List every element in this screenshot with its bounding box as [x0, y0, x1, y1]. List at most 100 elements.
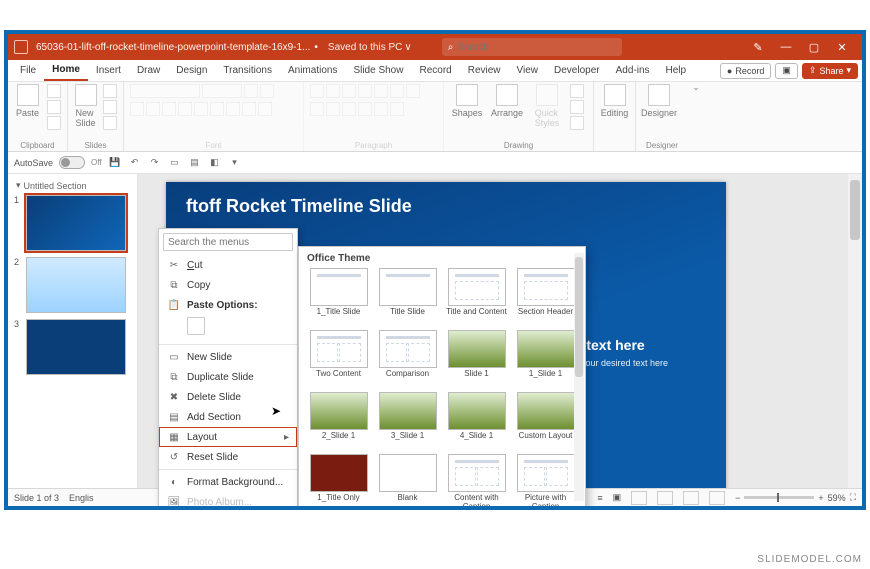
tab-file[interactable]: File	[12, 60, 44, 81]
tab-slideshow[interactable]: Slide Show	[345, 60, 411, 81]
close-button[interactable]: ✕	[828, 34, 856, 60]
section-icon[interactable]	[103, 116, 117, 130]
layout-option[interactable]: 1_Title Slide	[307, 268, 370, 324]
layout-option[interactable]: Blank	[376, 454, 439, 508]
layout-option[interactable]: 2_Slide 1	[307, 392, 370, 448]
search-box[interactable]: ⌕	[442, 38, 622, 56]
normal-view-button[interactable]	[631, 491, 647, 505]
zoom-out-button[interactable]: −	[735, 493, 740, 503]
thumbnail-3[interactable]: 3	[14, 319, 131, 375]
present-button[interactable]: ▣	[775, 63, 798, 79]
reading-view-button[interactable]	[683, 491, 699, 505]
layout-option[interactable]: Content with Caption	[445, 454, 508, 508]
layout-icon[interactable]	[103, 84, 117, 98]
tab-design[interactable]: Design	[168, 60, 215, 81]
layout-option[interactable]: Comparison	[376, 330, 439, 386]
save-icon[interactable]: 💾	[108, 156, 122, 170]
ctx-layout[interactable]: ▦Layout▸	[159, 427, 297, 447]
layout-option[interactable]: Picture with Caption	[514, 454, 577, 508]
new-slide-button[interactable]: New Slide	[74, 84, 97, 128]
tab-view[interactable]: View	[509, 60, 547, 81]
reset-icon: ↺	[167, 450, 181, 464]
layout-option[interactable]: Title and Content	[445, 268, 508, 324]
autosave-toggle[interactable]	[59, 156, 85, 169]
layout-option[interactable]: Title Slide	[376, 268, 439, 324]
tab-review[interactable]: Review	[460, 60, 509, 81]
share-button[interactable]: ⇪Share▾	[802, 63, 858, 79]
ctx-duplicate[interactable]: ⧉Duplicate Slide	[159, 367, 297, 387]
cut-button[interactable]	[47, 84, 61, 98]
layout-option[interactable]: 4_Slide 1	[445, 392, 508, 448]
qat-icon-3[interactable]: ◧	[208, 156, 222, 170]
shapes-button[interactable]: Shapes	[450, 84, 484, 118]
ctx-copy[interactable]: ⧉Copy	[159, 275, 297, 295]
zoom-slider[interactable]	[744, 496, 814, 499]
quick-styles-button[interactable]: Quick Styles	[530, 84, 564, 128]
reset-icon[interactable]	[103, 100, 117, 114]
qat-icon-4[interactable]: ▾	[228, 156, 242, 170]
tab-help[interactable]: Help	[658, 60, 695, 81]
designer-button[interactable]: Designer	[642, 84, 676, 118]
tab-developer[interactable]: Developer	[546, 60, 608, 81]
layout-option[interactable]: Two Content	[307, 330, 370, 386]
layout-option[interactable]: 1_Slide 1	[514, 330, 577, 386]
section-header[interactable]: ▾Untitled Section	[16, 180, 131, 191]
fit-button[interactable]: ⛶	[850, 492, 856, 503]
thumbnail-2[interactable]: 2	[14, 257, 131, 313]
slideshow-view-button[interactable]	[709, 491, 725, 505]
language-indicator[interactable]: Englis	[69, 493, 94, 503]
minimize-button[interactable]: —	[772, 34, 800, 60]
vertical-scrollbar[interactable]	[848, 174, 862, 488]
ctx-cut[interactable]: ✂Cut	[159, 255, 297, 275]
tab-insert[interactable]: Insert	[88, 60, 129, 81]
zoom-level[interactable]: 59%	[828, 493, 846, 503]
copy-button[interactable]	[47, 100, 61, 114]
paste-button[interactable]: Paste	[14, 84, 41, 118]
record-button[interactable]: ●Record	[720, 63, 771, 79]
layout-caption: Custom Layout	[519, 432, 573, 448]
layout-caption: 3_Slide 1	[391, 432, 424, 448]
layout-caption: Picture with Caption	[514, 494, 577, 508]
maximize-button[interactable]: ▢	[800, 34, 828, 60]
layout-option[interactable]: Section Header	[514, 268, 577, 324]
clipboard-icon	[17, 84, 39, 106]
qat-icon-2[interactable]: ▤	[188, 156, 202, 170]
undo-icon[interactable]: ↶	[128, 156, 142, 170]
notes-icon[interactable]: ≡	[597, 493, 602, 503]
tab-record[interactable]: Record	[411, 60, 459, 81]
search-input[interactable]	[457, 42, 615, 53]
layout-option[interactable]: Slide 1	[445, 330, 508, 386]
layout-caption: 1_Slide 1	[529, 370, 562, 386]
tab-home[interactable]: Home	[44, 60, 88, 81]
ctx-new-slide[interactable]: ▭New Slide	[159, 347, 297, 367]
thumbnail-1[interactable]: 1	[14, 195, 131, 251]
ribbon-collapse-button[interactable]: ⌄	[688, 82, 704, 151]
display-settings-icon[interactable]: ▣	[613, 492, 622, 503]
layout-caption: Blank	[397, 494, 417, 508]
paste-option-1[interactable]	[187, 317, 205, 335]
tab-animations[interactable]: Animations	[280, 60, 345, 81]
flyout-scrollbar[interactable]	[574, 253, 584, 501]
layout-option[interactable]: 1_Title Only	[307, 454, 370, 508]
shapes-icon	[456, 84, 478, 106]
format-painter-button[interactable]	[47, 116, 61, 130]
redo-icon[interactable]: ↷	[148, 156, 162, 170]
layout-option[interactable]: Custom Layout	[514, 392, 577, 448]
sorter-view-button[interactable]	[657, 491, 673, 505]
layout-caption: 2_Slide 1	[322, 432, 355, 448]
ctx-reset[interactable]: ↺Reset Slide	[159, 447, 297, 467]
tab-addins[interactable]: Add-ins	[608, 60, 658, 81]
arrange-button[interactable]: Arrange	[490, 84, 524, 118]
save-state[interactable]: Saved to this PC∨	[328, 42, 412, 53]
tab-transitions[interactable]: Transitions	[215, 60, 280, 81]
zoom-in-button[interactable]: +	[818, 493, 823, 503]
editing-button[interactable]: Editing	[600, 84, 629, 118]
qat-icon-1[interactable]: ▭	[168, 156, 182, 170]
context-search-input[interactable]	[163, 233, 293, 251]
layout-caption: Slide 1	[464, 370, 488, 386]
cut-icon: ✂	[167, 258, 181, 272]
pen-icon[interactable]: ✎	[744, 34, 772, 60]
ctx-format-background[interactable]: ◐Format Background...	[159, 472, 297, 492]
layout-option[interactable]: 3_Slide 1	[376, 392, 439, 448]
tab-draw[interactable]: Draw	[129, 60, 168, 81]
